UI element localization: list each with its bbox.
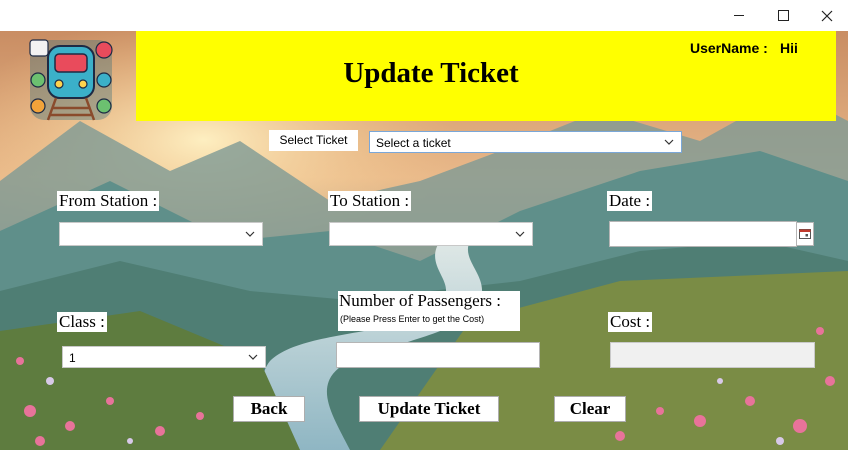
chevron-down-icon — [515, 231, 525, 237]
window-title-bar — [0, 0, 848, 32]
cost-label: Cost : — [608, 312, 653, 332]
cost-field — [610, 342, 815, 368]
minimize-icon — [734, 15, 744, 16]
close-button[interactable] — [804, 0, 848, 31]
calendar-icon — [799, 229, 811, 239]
passengers-label: Number of Passengers : — [339, 291, 501, 310]
passengers-label-box: Number of Passengers : (Please Press Ent… — [338, 291, 520, 331]
to-station-label: To Station : — [328, 191, 412, 211]
class-value: 1 — [69, 351, 76, 365]
back-button[interactable]: Back — [233, 396, 305, 422]
calendar-button[interactable] — [796, 222, 814, 246]
train-app-logo-icon — [29, 39, 113, 121]
passengers-input[interactable] — [336, 342, 540, 368]
header-banner: Update Ticket UserName : Hii — [136, 31, 836, 121]
maximize-icon — [777, 10, 789, 21]
chevron-down-icon — [664, 139, 674, 145]
minimize-button[interactable] — [716, 0, 762, 31]
clear-button[interactable]: Clear — [554, 396, 626, 422]
date-picker-field[interactable] — [609, 221, 797, 247]
passengers-hint: (Please Press Enter to get the Cost) — [340, 314, 485, 324]
select-ticket-value: Select a ticket — [376, 136, 451, 150]
chevron-down-icon — [245, 231, 255, 237]
select-ticket-label: Select Ticket — [269, 130, 358, 151]
date-label: Date : — [607, 191, 653, 211]
username-label: UserName : — [690, 40, 768, 56]
chevron-down-icon — [248, 354, 258, 360]
to-station-dropdown[interactable] — [329, 222, 533, 246]
close-icon — [821, 10, 833, 21]
class-dropdown[interactable]: 1 — [62, 346, 266, 368]
update-ticket-button[interactable]: Update Ticket — [359, 396, 499, 422]
from-station-label: From Station : — [57, 191, 160, 211]
username-value: Hii — [780, 40, 798, 56]
select-ticket-dropdown[interactable]: Select a ticket — [369, 131, 682, 153]
maximize-button[interactable] — [760, 0, 806, 31]
page-title: Update Ticket — [343, 57, 519, 89]
from-station-dropdown[interactable] — [59, 222, 263, 246]
class-label: Class : — [57, 312, 107, 332]
